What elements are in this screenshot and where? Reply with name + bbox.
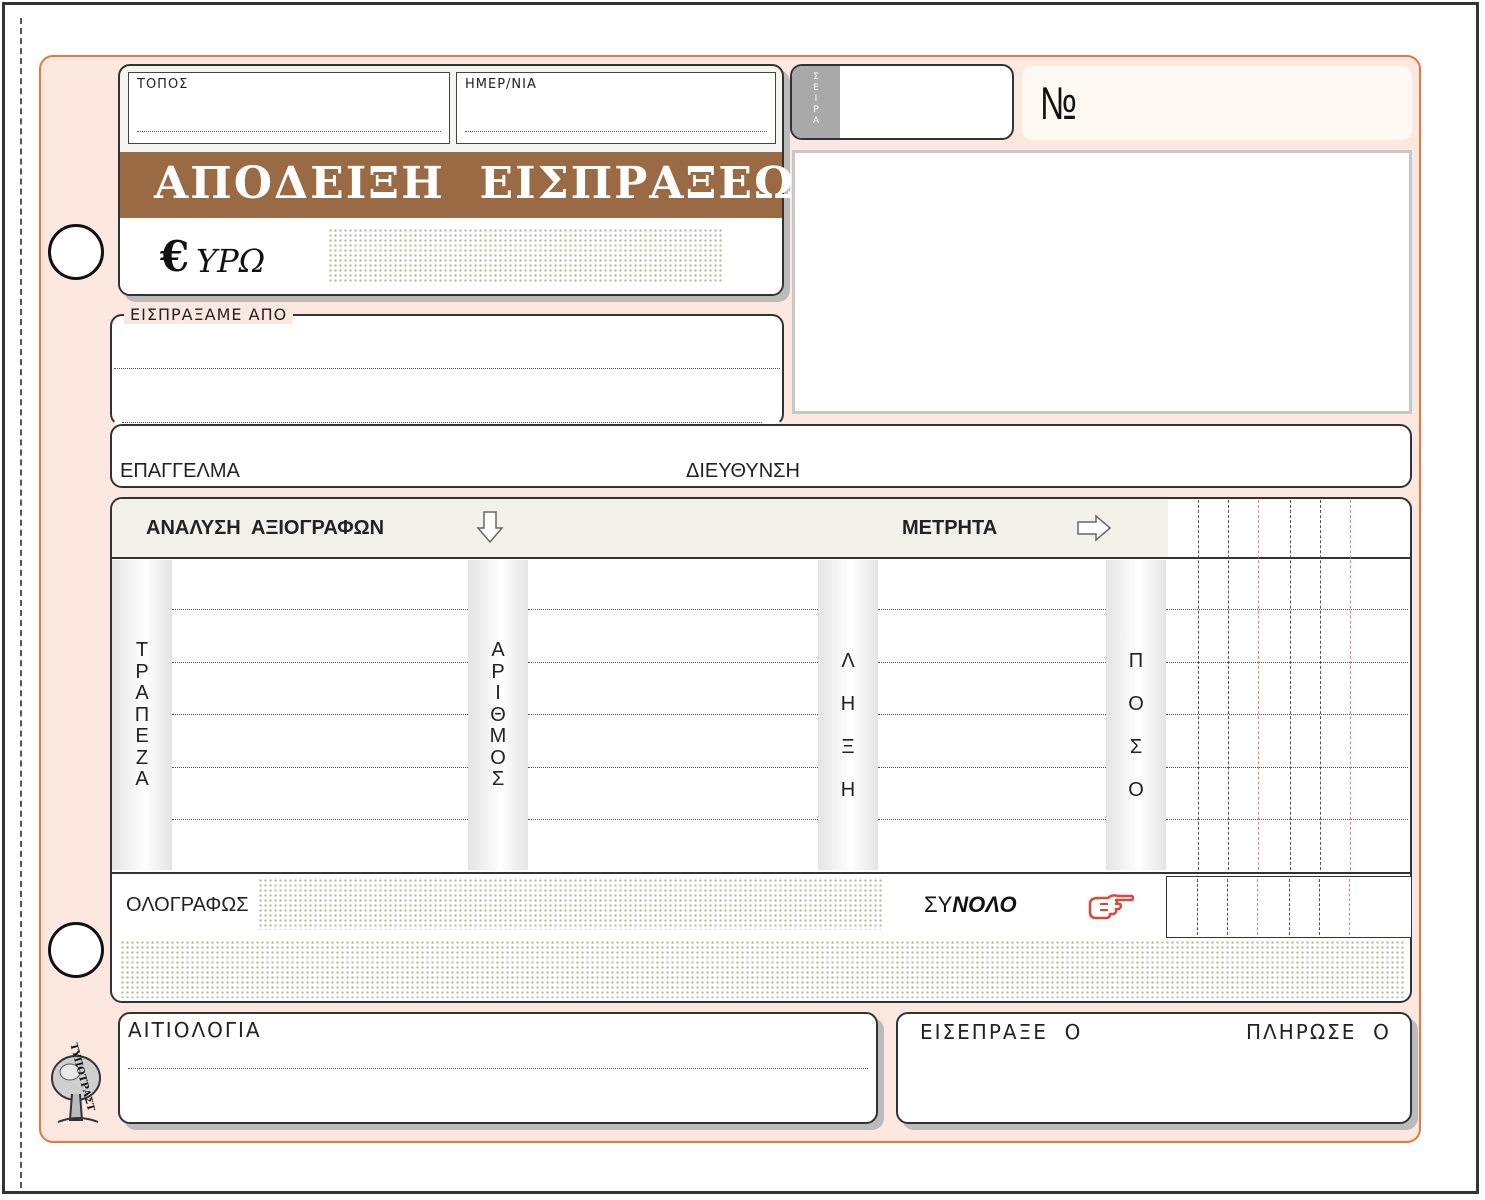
down-arrow-icon	[476, 511, 504, 544]
total-prefix: ΣΥ	[924, 892, 953, 917]
number-column-label: ΑΡΙΘΜΟΣ	[489, 639, 507, 790]
reason-box[interactable]: ΑΙΤΙΟΛΟΓΙΑ	[118, 1012, 878, 1124]
binding-hole-bottom	[48, 922, 104, 978]
table-row[interactable]	[878, 662, 1106, 663]
table-row[interactable]	[528, 714, 818, 715]
series-label: ΣΕΙΡΑ	[812, 72, 820, 126]
table-row[interactable]	[878, 609, 1106, 610]
series-tab: ΣΕΙΡΑ	[792, 66, 840, 138]
reason-label: ΑΙΤΙΟΛΟΓΙΑ	[128, 1018, 262, 1042]
table-row[interactable]	[172, 714, 468, 715]
total-label: ΣΥΝΟΛΟ	[924, 892, 1017, 918]
table-row[interactable]	[172, 662, 468, 663]
table-row[interactable]	[878, 819, 1106, 820]
perforation-line	[20, 18, 22, 1188]
table-row[interactable]	[1166, 819, 1408, 820]
table-row[interactable]	[528, 609, 818, 610]
received-from-dotline-1	[114, 368, 780, 369]
amount-column-label: ΠΟΣΟ	[1128, 650, 1144, 801]
table-row[interactable]	[528, 819, 818, 820]
grid-line	[1290, 500, 1291, 870]
grid-line	[1257, 879, 1258, 935]
receipt-form: ΤΟΠΟΣ ΗΜΕΡ/ΝΙΑ ΑΠΟΔΕΙΞΗ ΕΙΣΠΡΑΞΕΩΣ € ΥΡΩ…	[0, 0, 1485, 1200]
table-row[interactable]	[1166, 767, 1408, 768]
total-suffix: ΝΟΛΟ	[952, 892, 1017, 917]
number-field[interactable]: №	[1022, 66, 1412, 140]
total-amount-field[interactable]	[1166, 876, 1412, 938]
securities-analysis-label: ΑΝΑΛΥΣΗ ΑΞΙΟΓΡΑΦΩΝ	[146, 517, 385, 539]
in-words-field[interactable]	[258, 878, 884, 930]
address-label: ΔΙΕΥΘΥΝΣΗ	[686, 460, 800, 482]
table-row[interactable]	[1166, 662, 1408, 663]
stamp-area	[792, 150, 1412, 414]
amount-column: ΠΟΣΟ	[1106, 560, 1166, 870]
grid-line	[1228, 500, 1229, 870]
grid-line	[1197, 879, 1198, 935]
table-row[interactable]	[172, 609, 468, 610]
reason-dotline	[128, 1068, 868, 1069]
table-row[interactable]	[528, 767, 818, 768]
collected-by-label: ΕΙΣΕΠΡΑΞΕ Ο	[920, 1020, 1083, 1044]
table-divider	[112, 872, 1410, 874]
pointing-hand-icon	[1088, 894, 1135, 920]
right-arrow-icon	[1077, 514, 1112, 542]
grid-line	[1320, 500, 1321, 870]
date-dotline	[465, 131, 767, 132]
table-row[interactable]	[528, 662, 818, 663]
grid-line	[1227, 879, 1228, 935]
in-words-label: ΟΛΟΓΡΑΦΩΣ	[126, 894, 249, 916]
table-row[interactable]	[172, 819, 468, 820]
grid-line	[1319, 879, 1320, 935]
series-field[interactable]: ΣΕΙΡΑ	[790, 64, 1014, 140]
number-column: ΑΡΙΘΜΟΣ	[468, 560, 528, 870]
received-from-dotline-2	[122, 422, 762, 423]
place-dotline	[137, 131, 441, 132]
currency-word: ΥΡΩ	[196, 242, 266, 280]
due-date-column: ΛΗΞΗ	[818, 560, 878, 870]
document-title: ΑΠΟΔΕΙΞΗ ΕΙΣΠΡΑΞΕΩΣ	[154, 158, 829, 209]
received-from-label: ΕΙΣΠΡΑΞΑΜΕ ΑΠΟ	[124, 305, 294, 324]
title-block: ΤΟΠΟΣ ΗΜΕΡ/ΝΙΑ ΑΠΟΔΕΙΞΗ ΕΙΣΠΡΑΞΕΩΣ € ΥΡΩ	[118, 64, 826, 296]
due-date-column-label: ΛΗΞΗ	[840, 650, 856, 801]
amount-row: € ΥΡΩ	[120, 218, 782, 294]
title-band: ΑΠΟΔΕΙΞΗ ΕΙΣΠΡΑΞΕΩΣ	[120, 152, 826, 218]
paid-by-label: ΠΛΗΡΩΣΕ Ο	[1246, 1020, 1391, 1044]
grid-line	[1350, 500, 1351, 870]
cash-label: ΜΕΤΡΗΤΑ	[902, 517, 998, 539]
grid-line	[1289, 879, 1290, 935]
bank-column-label: ΤΡΑΠΕΖΑ	[134, 639, 150, 790]
signatures-box[interactable]: ΕΙΣΕΠΡΑΞΕ Ο ΠΛΗΡΩΣΕ Ο	[896, 1012, 1412, 1124]
grid-line	[1349, 879, 1350, 935]
bank-column: ΤΡΑΠΕΖΑ	[112, 560, 172, 870]
grid-line	[1198, 500, 1199, 870]
number-label: №	[1040, 77, 1078, 129]
grid-line	[1258, 500, 1259, 870]
place-label: ΤΟΠΟΣ	[137, 77, 189, 92]
table-header: ΑΝΑΛΥΣΗ ΑΞΙΟΓΡΑΦΩΝ ΜΕΤΡΗΤΑ	[112, 499, 1168, 559]
binding-hole-top	[48, 224, 104, 280]
table-row[interactable]	[878, 767, 1106, 768]
amount-figures-field[interactable]	[328, 228, 724, 284]
place-field[interactable]: ΤΟΠΟΣ	[128, 72, 450, 144]
received-from-box[interactable]: ΕΙΣΠΡΑΞΑΜΕ ΑΠΟ	[110, 305, 784, 426]
table-row[interactable]	[878, 714, 1106, 715]
table-row[interactable]	[1166, 714, 1408, 715]
date-label: ΗΜΕΡ/ΝΙΑ	[465, 77, 537, 92]
profession-address-box[interactable]: ΕΠΑΓΓΕΛΜΑ ΔΙΕΥΘΥΝΣΗ	[110, 424, 1412, 488]
table-row[interactable]	[1166, 609, 1408, 610]
euro-symbol: €	[160, 232, 190, 281]
profession-label: ΕΠΑΓΓΕΛΜΑ	[120, 460, 240, 482]
table-row[interactable]	[172, 767, 468, 768]
publisher-logo: ΤΥΠΟΤΡΑΣΤ	[48, 1036, 108, 1128]
in-words-field-2[interactable]	[120, 940, 1406, 998]
date-field[interactable]: ΗΜΕΡ/ΝΙΑ	[456, 72, 776, 144]
